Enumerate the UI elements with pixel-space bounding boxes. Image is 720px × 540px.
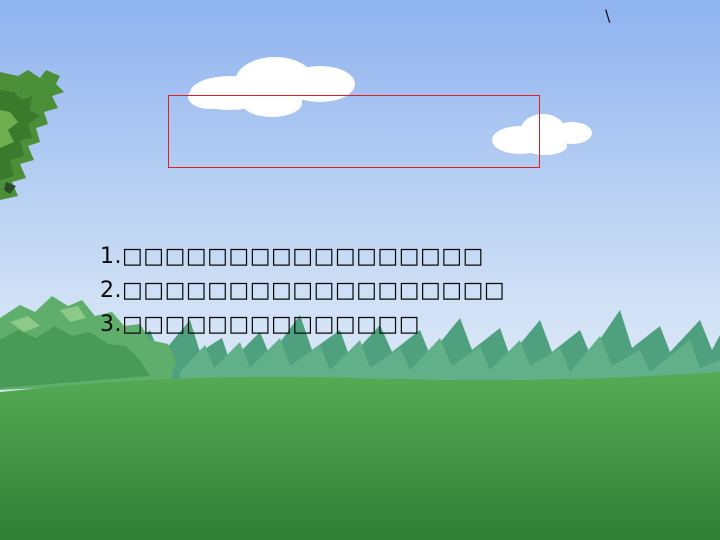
highlight-box <box>168 95 540 168</box>
list-item: 2.□□□□□□□□□□□□□□□□□□ <box>100 278 506 303</box>
corner-mark: \ <box>605 6 611 25</box>
list-item: 3.□□□□□□□□□□□□□□ <box>100 312 420 337</box>
list-item: 1.□□□□□□□□□□□□□□□□□ <box>100 244 484 269</box>
ground <box>0 372 720 540</box>
numbered-list: 1.□□□□□□□□□□□□□□□□□ 2.□□□□□□□□□□□□□□□□□□… <box>100 240 505 342</box>
